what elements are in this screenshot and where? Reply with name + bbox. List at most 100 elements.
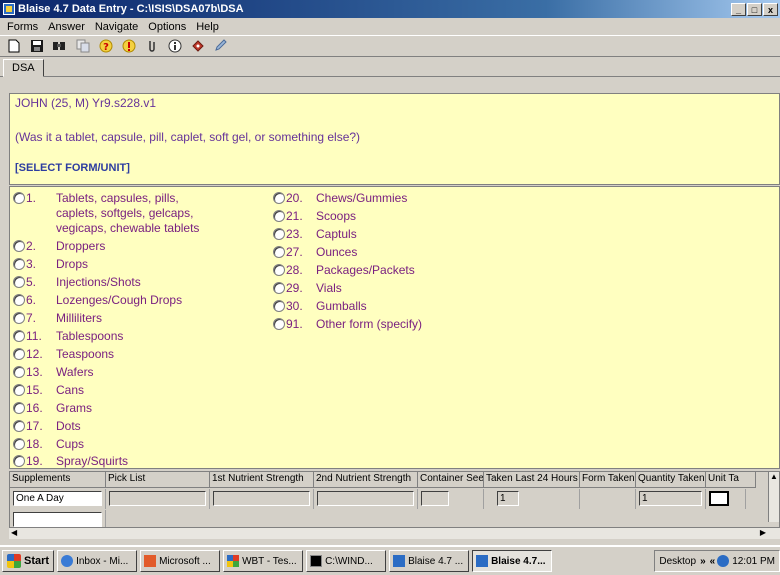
radio-button[interactable] xyxy=(273,210,285,222)
start-button[interactable]: Start xyxy=(2,550,55,572)
radio-button[interactable] xyxy=(273,246,285,258)
task-blaise-2[interactable]: Blaise 4.7... xyxy=(472,550,553,572)
col-header-taken-last-24-hours[interactable]: Taken Last 24 Hours xyxy=(484,472,580,488)
network-icon[interactable] xyxy=(717,555,730,567)
radio-button[interactable] xyxy=(13,330,25,342)
option-1[interactable]: 1. Tablets, capsules, pills, caplets, so… xyxy=(13,191,206,236)
cell-1st-nutrient-strength[interactable] xyxy=(213,491,310,506)
option-5[interactable]: 5. Injections/Shots xyxy=(13,275,141,290)
option-19[interactable]: 19. Spray/Squirts xyxy=(13,454,128,469)
minimize-button[interactable]: _ xyxy=(731,2,746,16)
tag-icon[interactable] xyxy=(188,37,207,55)
option-16[interactable]: 16. Grams xyxy=(13,401,92,416)
col-header-quantity-taken[interactable]: Quantity Taken xyxy=(636,472,706,488)
close-button[interactable]: x xyxy=(763,2,778,16)
cell-container-seen[interactable] xyxy=(421,491,449,506)
copy-icon[interactable] xyxy=(73,37,92,55)
alert-icon[interactable] xyxy=(119,37,138,55)
col-header-form-taken[interactable]: Form Taken xyxy=(580,472,636,488)
option-17[interactable]: 17. Dots xyxy=(13,419,81,434)
radio-button[interactable] xyxy=(273,264,285,276)
clock[interactable]: 12:01 PM xyxy=(732,556,775,567)
menu-options[interactable]: Options xyxy=(143,21,191,33)
expand-toolbar-icon[interactable]: » xyxy=(700,556,706,567)
menu-help[interactable]: Help xyxy=(191,21,224,33)
menu-navigate[interactable]: Navigate xyxy=(90,21,143,33)
scroll-left-icon[interactable]: ◀ xyxy=(11,528,17,538)
desktop-toolbar-label[interactable]: Desktop xyxy=(659,556,696,567)
cell-supplement-empty[interactable] xyxy=(13,512,102,527)
col-header-2nd-nutrient-strength[interactable]: 2nd Nutrient Strength xyxy=(314,472,418,488)
radio-button[interactable] xyxy=(13,240,25,252)
radio-button[interactable] xyxy=(273,300,285,312)
radio-button[interactable] xyxy=(13,420,25,432)
blaise-app-icon[interactable] xyxy=(3,3,15,15)
radio-button[interactable] xyxy=(13,312,25,324)
cell-quantity-taken[interactable]: 1 xyxy=(639,491,702,506)
radio-button[interactable] xyxy=(273,282,285,294)
option-11[interactable]: 11. Tablespoons xyxy=(13,329,123,344)
option-30[interactable]: 30. Gumballs xyxy=(273,299,367,314)
save-icon[interactable] xyxy=(27,37,46,55)
cell-pick-list[interactable] xyxy=(109,491,206,506)
radio-button[interactable] xyxy=(13,402,25,414)
option-21[interactable]: 21. Scoops xyxy=(273,209,356,224)
radio-button[interactable] xyxy=(13,384,25,396)
find-icon[interactable] xyxy=(50,37,69,55)
option-15[interactable]: 15. Cans xyxy=(13,383,84,398)
radio-button[interactable] xyxy=(13,438,25,450)
title-bar[interactable]: Blaise 4.7 Data Entry - C:\ISIS\DSA07b\D… xyxy=(0,0,780,18)
tab-dsa[interactable]: DSA xyxy=(3,59,44,77)
radio-button[interactable] xyxy=(13,192,25,204)
option-23[interactable]: 23. Captuls xyxy=(273,227,357,242)
radio-button[interactable] xyxy=(13,348,25,360)
option-18[interactable]: 18. Cups xyxy=(13,437,84,452)
radio-button[interactable] xyxy=(13,276,25,288)
new-icon[interactable] xyxy=(4,37,23,55)
option-27[interactable]: 27. Ounces xyxy=(273,245,357,260)
radio-button[interactable] xyxy=(13,294,25,306)
option-29[interactable]: 29. Vials xyxy=(273,281,342,296)
radio-button[interactable] xyxy=(13,258,25,270)
task-microsoft[interactable]: Microsoft ... xyxy=(140,550,221,572)
cell-supplement[interactable]: One A Day xyxy=(13,491,102,506)
radio-button[interactable] xyxy=(273,228,285,240)
maximize-button[interactable]: □ xyxy=(747,2,762,16)
task-wbt[interactable]: WBT - Tes... xyxy=(223,550,304,572)
option-3[interactable]: 3. Drops xyxy=(13,257,88,272)
radio-button[interactable] xyxy=(13,366,25,378)
radio-button[interactable] xyxy=(273,318,285,330)
col-header-pick-list[interactable]: Pick List xyxy=(106,472,210,488)
option-91[interactable]: 91. Other form (specify) xyxy=(273,317,422,332)
remark-icon[interactable] xyxy=(211,37,230,55)
option-13[interactable]: 13. Wafers xyxy=(13,365,94,380)
menu-answer[interactable]: Answer xyxy=(43,21,90,33)
scroll-up-icon[interactable]: ▲ xyxy=(769,472,779,482)
info-icon[interactable] xyxy=(165,37,184,55)
option-12[interactable]: 12. Teaspoons xyxy=(13,347,114,362)
radio-button[interactable] xyxy=(13,455,25,467)
menu-forms[interactable]: Forms xyxy=(2,21,43,33)
option-7[interactable]: 7. Milliliters xyxy=(13,311,102,326)
scroll-right-icon[interactable]: ▶ xyxy=(760,528,766,538)
col-header-1st-nutrient-strength[interactable]: 1st Nutrient Strength xyxy=(210,472,314,488)
option-2[interactable]: 2. Droppers xyxy=(13,239,105,254)
option-6[interactable]: 6. Lozenges/Cough Drops xyxy=(13,293,182,308)
option-28[interactable]: 28. Packages/Packets xyxy=(273,263,415,278)
cell-2nd-nutrient-strength[interactable] xyxy=(317,491,414,506)
task-blaise-1[interactable]: Blaise 4.7 ... xyxy=(389,550,470,572)
help-icon[interactable]: ? xyxy=(96,37,115,55)
show-hidden-icons-icon[interactable]: « xyxy=(710,556,716,567)
attach-icon[interactable] xyxy=(142,37,161,55)
grid-vertical-scrollbar[interactable]: ▲ xyxy=(768,472,779,522)
col-header-container-seen[interactable]: Container Seen xyxy=(418,472,484,488)
task-cmd[interactable]: C:\WIND... xyxy=(306,550,387,572)
col-header-supplements[interactable]: Supplements xyxy=(10,472,106,488)
cell-taken-last-24-hours[interactable]: 1 xyxy=(497,491,519,506)
option-20[interactable]: 20. Chews/Gummies xyxy=(273,191,407,206)
grid-horizontal-scrollbar[interactable]: ◀ ▶ xyxy=(9,527,780,539)
cell-unit-taken[interactable] xyxy=(709,491,729,506)
radio-button[interactable] xyxy=(273,192,285,204)
task-inbox[interactable]: Inbox - Mi... xyxy=(57,550,138,572)
col-header-unit-taken[interactable]: Unit Ta xyxy=(706,472,756,488)
